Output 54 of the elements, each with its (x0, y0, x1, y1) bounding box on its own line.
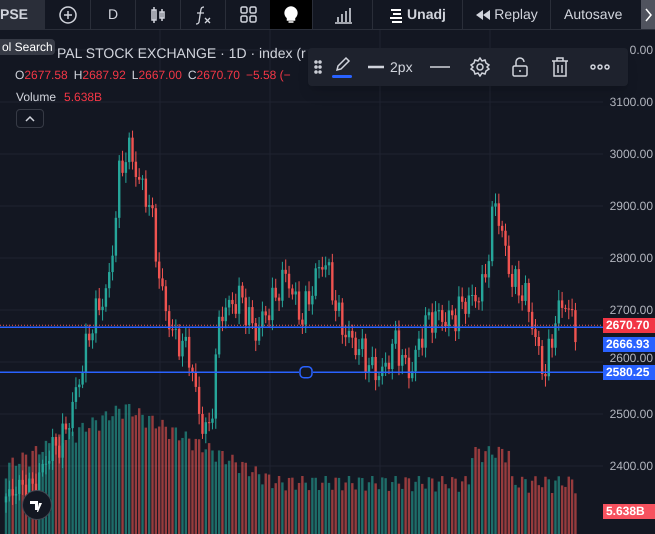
function-icon (194, 4, 212, 24)
price-tag: 2580.25 (603, 364, 655, 380)
symbol-button[interactable]: PSE (0, 0, 44, 29)
line-style-icon (430, 65, 450, 69)
volume-label: Volume (16, 89, 56, 106)
ohlc-value: H2687.92 (74, 67, 126, 84)
axis-label: 2400.00 (610, 459, 653, 473)
chevron-right-icon (643, 6, 653, 22)
axis-label: 2700.00 (610, 303, 653, 317)
horizontal-line[interactable] (0, 326, 603, 328)
settings-icon (470, 57, 490, 77)
lightbulb-icon (283, 6, 299, 23)
scroll-arrow-button[interactable] (641, 0, 655, 29)
logo-icon (22, 490, 52, 520)
axis-label: 0.00 (630, 43, 653, 57)
line-width-button[interactable]: 2px (362, 52, 419, 82)
axis-label: 3100.00 (610, 95, 653, 109)
toolbar-button[interactable]: Replay (462, 0, 550, 29)
rewind-icon (475, 8, 490, 22)
line-width-icon (368, 65, 384, 69)
caret-up-icon (24, 114, 36, 122)
line-handle[interactable] (299, 366, 313, 379)
bar-chart-icon (334, 6, 352, 24)
horizontal-line[interactable] (0, 372, 299, 374)
axis-label: 3000.00 (610, 147, 653, 161)
chart-title: PAL STOCK EXCHANGE · 1D · index (r (57, 45, 306, 62)
trash-icon (550, 57, 569, 77)
axis-label: 2800.00 (610, 251, 653, 265)
drag-handle-icon (314, 60, 322, 74)
toolbar-button[interactable] (270, 0, 312, 29)
price-tag: 2670.70 (603, 318, 655, 333)
price-tag: 5.638B (603, 504, 655, 518)
volume-value: 5.638B (64, 89, 102, 106)
change-value: −5.58 (− (246, 67, 291, 84)
candlestick-icon (149, 6, 167, 24)
color-swatch (332, 75, 352, 78)
more-icon (590, 64, 610, 70)
toolbar-button[interactable]: Unadj (372, 0, 462, 29)
unlocked-padlock-icon (510, 57, 529, 77)
price-tag: 2666.93 (603, 336, 655, 352)
ohlc-value: O2677.58 (15, 67, 68, 84)
stacked-lines-icon (389, 6, 404, 22)
interval-button[interactable]: D (90, 0, 135, 29)
grid-icon (238, 5, 258, 24)
tooltip: ol Search (0, 39, 55, 55)
horizontal-line[interactable] (313, 372, 603, 374)
ohlc-value: L2667.00 (132, 67, 182, 84)
plus-icon (58, 6, 76, 24)
ohlc-value: C2670.70 (188, 67, 240, 84)
pencil-icon (334, 56, 350, 72)
axis-label: 2500.00 (610, 407, 653, 421)
axis-label: 2600.00 (610, 351, 653, 365)
collapse-button[interactable] (16, 109, 44, 128)
axis-label: 2900.00 (610, 199, 653, 213)
